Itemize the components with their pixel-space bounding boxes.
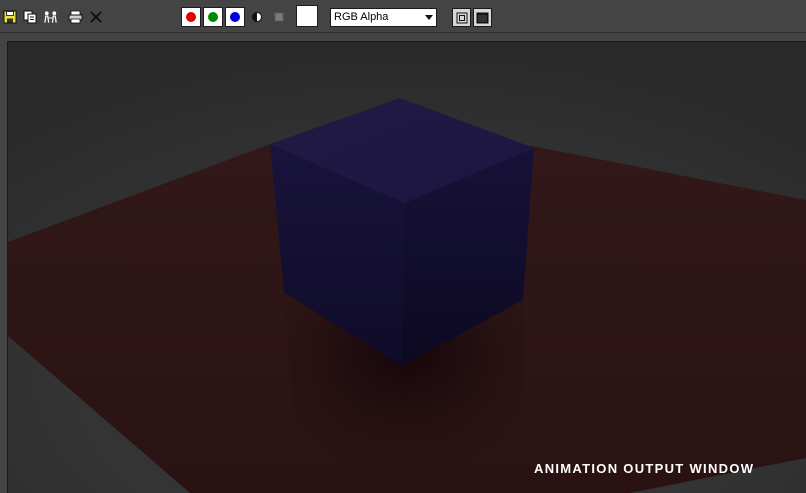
save-icon[interactable] [2,9,18,25]
green-channel-icon [208,12,218,22]
animation-output-window: RGB Alpha ANIMATION OUTPUT WINDOW [0,0,806,493]
window-icon [476,12,489,23]
print-icon[interactable] [67,9,83,25]
toolbar: RGB Alpha [0,0,806,33]
alpha-channel-icon[interactable] [249,9,265,25]
toggle-ui-overlay-button[interactable] [452,8,471,27]
render-viewport [7,41,806,493]
clear-icon[interactable] [88,9,104,25]
clone-window-icon[interactable] [22,9,38,25]
green-channel-toggle[interactable] [203,7,223,27]
rendered-scene [8,42,806,493]
toggle-ui-button[interactable] [473,8,492,27]
compare-images-icon[interactable] [43,9,59,25]
rendered-image [8,42,806,493]
red-channel-icon [186,12,196,22]
display-channel-dropdown[interactable]: RGB Alpha [330,8,437,27]
red-channel-toggle[interactable] [181,7,201,27]
caption: ANIMATION OUTPUT WINDOW [534,461,755,476]
display-channel-value: RGB Alpha [334,11,389,23]
color-swatch[interactable] [296,5,318,27]
monochrome-icon[interactable] [271,9,287,25]
blue-channel-toggle[interactable] [225,7,245,27]
chevron-down-icon [425,15,433,20]
blue-channel-icon [230,12,240,22]
overlay-icon [456,12,467,23]
